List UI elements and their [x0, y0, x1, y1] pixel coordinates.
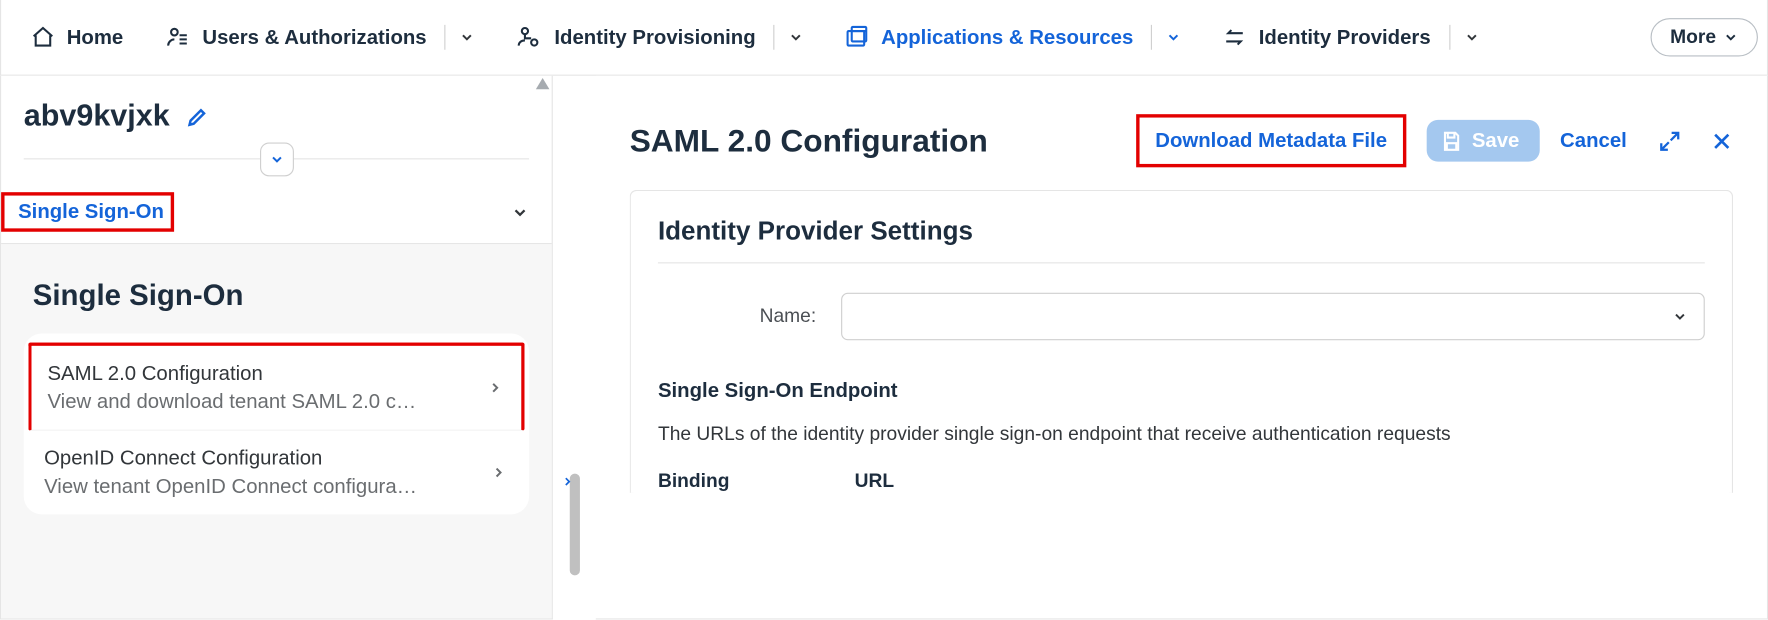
more-label: More: [1670, 26, 1716, 49]
separator: [774, 25, 775, 50]
name-label: Name:: [658, 305, 816, 328]
body: abv9kvjxk Single Sign-On Single Sign-On: [0, 76, 1768, 620]
applications-icon: [845, 25, 870, 50]
panel-heading: Single Sign-On: [33, 278, 529, 313]
divider-column: [553, 76, 596, 620]
section-title: Identity Provider Settings: [658, 216, 1705, 263]
sso-toggle-label: Single Sign-On: [1, 192, 174, 232]
top-nav: Home Users & Authorizations Identity Pro…: [0, 0, 1768, 76]
chevron-down-icon: [1672, 309, 1688, 325]
separator: [1151, 25, 1152, 50]
col-url: URL: [855, 470, 895, 493]
save-button[interactable]: Save: [1427, 120, 1540, 162]
chevron-right-icon: [487, 380, 503, 396]
sso-endpoint-desc: The URLs of the identity provider single…: [658, 423, 1705, 446]
detail-title: SAML 2.0 Configuration: [630, 123, 988, 159]
collapse-header-button[interactable]: [259, 142, 293, 176]
sso-endpoint-heading: Single Sign-On Endpoint: [658, 379, 1705, 403]
home-icon: [31, 25, 56, 50]
save-icon: [1440, 129, 1463, 152]
tenant-title: abv9kvjxk: [24, 98, 170, 133]
separator: [1449, 25, 1450, 50]
expand-panel-icon[interactable]: [557, 469, 577, 494]
chevron-down-icon[interactable]: [1463, 29, 1479, 45]
nav-users-authorizations[interactable]: Users & Authorizations: [144, 0, 496, 75]
list-item-subtitle: View tenant OpenID Connect configura…: [44, 475, 417, 499]
nav-label: Identity Providers: [1259, 25, 1431, 49]
chevron-down-icon: [511, 203, 529, 221]
chevron-down-icon: [1723, 29, 1739, 45]
separator: [445, 25, 446, 50]
chevron-right-icon: [491, 465, 507, 481]
chevron-down-icon[interactable]: [459, 29, 475, 45]
chevron-down-icon[interactable]: [1166, 29, 1182, 45]
left-header: abv9kvjxk: [1, 76, 552, 183]
sso-toggle-row[interactable]: Single Sign-On: [1, 183, 552, 244]
detail-header: SAML 2.0 Configuration Download Metadata…: [596, 76, 1767, 190]
sync-icon: [1223, 25, 1248, 50]
left-body: Single Sign-On SAML 2.0 Configuration Vi…: [1, 244, 552, 618]
nav-applications-resources[interactable]: Applications & Resources: [825, 0, 1203, 75]
close-icon[interactable]: [1706, 125, 1738, 157]
name-row: Name:: [658, 293, 1705, 340]
list-item-title: OpenID Connect Configuration: [44, 447, 417, 471]
more-button[interactable]: More: [1651, 18, 1758, 56]
download-metadata-link[interactable]: Download Metadata File: [1136, 114, 1406, 167]
cancel-link[interactable]: Cancel: [1560, 129, 1627, 153]
nav-identity-providers[interactable]: Identity Providers: [1202, 0, 1499, 75]
name-select[interactable]: [841, 293, 1705, 340]
scroll-up-icon[interactable]: [534, 76, 552, 92]
fullscreen-icon[interactable]: [1654, 125, 1686, 157]
chevron-down-icon[interactable]: [788, 29, 804, 45]
right-column: SAML 2.0 Configuration Download Metadata…: [596, 76, 1768, 620]
detail-body: Identity Provider Settings Name: Single …: [596, 190, 1767, 493]
list-item-openid[interactable]: OpenID Connect Configuration View tenant…: [28, 431, 524, 515]
edit-icon[interactable]: [186, 103, 211, 128]
col-binding: Binding: [658, 470, 855, 493]
nav-label: Users & Authorizations: [202, 25, 426, 49]
provisioning-icon: [516, 25, 543, 50]
nav-label: Applications & Resources: [881, 25, 1133, 49]
save-label: Save: [1472, 129, 1520, 153]
nav-home[interactable]: Home: [10, 0, 143, 75]
nav-label: Home: [67, 25, 124, 49]
idp-settings-section: Identity Provider Settings Name: Single …: [630, 190, 1733, 493]
nav-label: Identity Provisioning: [554, 25, 755, 49]
config-card: SAML 2.0 Configuration View and download…: [24, 333, 529, 514]
list-item-saml[interactable]: SAML 2.0 Configuration View and download…: [28, 343, 524, 431]
users-icon: [164, 25, 191, 50]
list-item-subtitle: View and download tenant SAML 2.0 c…: [47, 390, 416, 414]
list-item-title: SAML 2.0 Configuration: [47, 362, 416, 386]
endpoint-table-header: Binding URL: [658, 470, 1705, 493]
nav-identity-provisioning[interactable]: Identity Provisioning: [496, 0, 825, 75]
left-column: abv9kvjxk Single Sign-On Single Sign-On: [0, 76, 553, 620]
